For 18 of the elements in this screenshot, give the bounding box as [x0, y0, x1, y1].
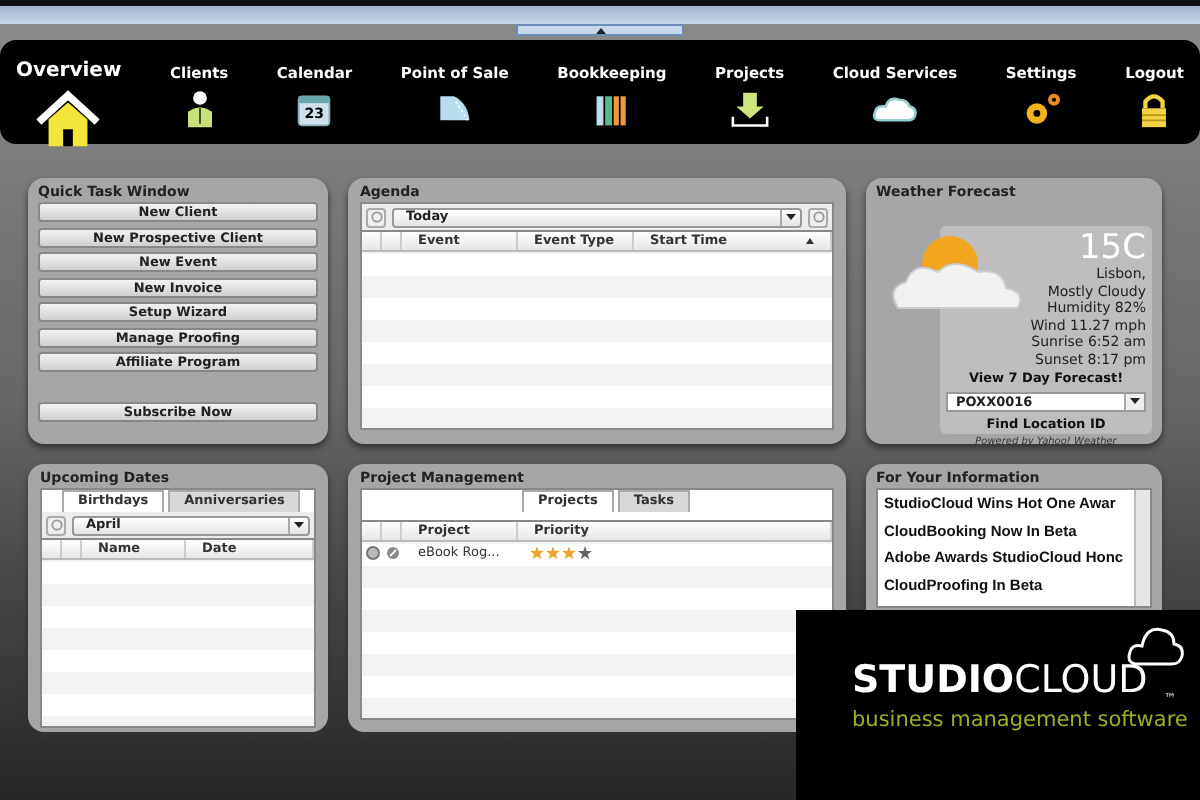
logo-tagline: business management software [852, 706, 1188, 736]
nav-item[interactable]: Overview [16, 56, 122, 156]
edit-icon[interactable] [385, 546, 399, 560]
refresh-button[interactable] [808, 207, 828, 227]
caret-icon [294, 522, 304, 528]
refresh-icon [49, 518, 63, 532]
temperature: 15C [1078, 230, 1146, 266]
logo-wordmark: STUDIOCLOUD [852, 658, 1148, 702]
refresh-icon [811, 210, 825, 224]
refresh-button[interactable] [46, 515, 66, 535]
refresh-icon [369, 210, 383, 224]
caret-icon [786, 214, 796, 220]
caret-icon [1130, 398, 1140, 405]
scrollbar[interactable] [1134, 490, 1150, 606]
sort-icon [806, 238, 814, 244]
refresh-button[interactable] [366, 207, 386, 227]
collapse-handle[interactable] [516, 24, 684, 36]
status-icon[interactable] [365, 546, 379, 560]
